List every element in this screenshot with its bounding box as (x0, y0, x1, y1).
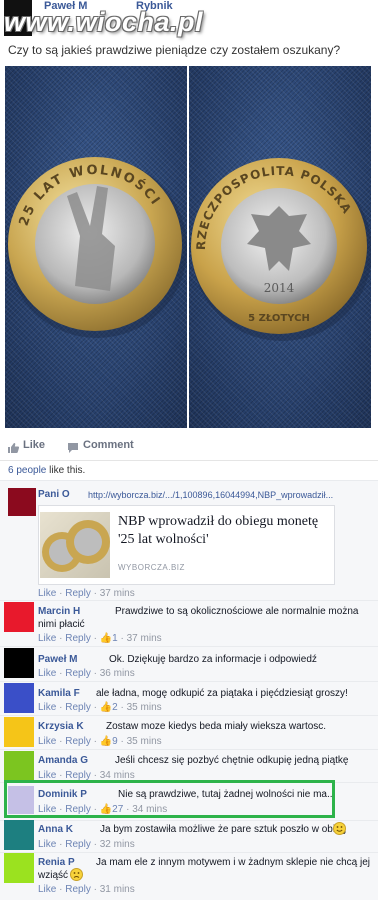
comment-meta: Like · Reply · 37 mins (38, 588, 135, 599)
commenter-avatar[interactable] (4, 853, 34, 883)
commenter-name[interactable]: Pani O (38, 489, 70, 500)
comment-divider (0, 715, 378, 716)
comment-divider (0, 820, 378, 821)
comment-likes-count[interactable]: 1 (112, 633, 118, 644)
coin-front-drawing: 25 LAT WOLNOŚCI (7, 157, 187, 338)
commenter-avatar[interactable] (4, 683, 34, 713)
thumbs-up-icon: 👍 (99, 633, 113, 644)
comment-divider (0, 600, 378, 601)
comment-time[interactable]: 37 mins (100, 588, 135, 599)
comment-like-link[interactable]: Like (38, 736, 56, 747)
comment-reply-link[interactable]: Reply (65, 884, 91, 895)
comment-time[interactable]: 37 mins (127, 633, 162, 644)
thumbs-up-icon: 👍 (99, 736, 113, 747)
comment-text: Jeśli chcesz się pozbyć chętnie odkupię … (115, 755, 349, 766)
comment-button[interactable]: Comment (83, 439, 134, 451)
speech-bubble-icon[interactable] (68, 440, 78, 458)
comment-time[interactable]: 35 mins (127, 736, 162, 747)
comment-divider (0, 646, 378, 647)
comment-text: Prawdziwe to są okolicznościowe ale norm… (115, 606, 359, 617)
comment-reply-link[interactable]: Reply (65, 668, 91, 679)
comment-reply-link[interactable]: Reply (65, 633, 91, 644)
comment-divider (0, 681, 378, 682)
comment-text-cont: wziąść (38, 870, 69, 881)
comment-like-link[interactable]: Like (38, 633, 56, 644)
coin-back-drawing: RZECZPOSPOLITA POLSKA 2014 5 ZŁOTYCH (191, 158, 371, 341)
comment-meta: Like · Reply · 31 mins (38, 884, 135, 895)
comment-text: ale ładna, mogę odkupić za piątaka i pię… (96, 688, 348, 699)
comment-likes-count[interactable]: 9 (112, 736, 118, 747)
commenter-avatar[interactable] (4, 602, 34, 632)
comment-like-link[interactable]: Like (38, 839, 56, 850)
comment-divider (0, 749, 378, 750)
comment-meta: Like · Reply · 👍2 · 35 mins (38, 702, 162, 713)
comment-likes-count[interactable]: 2 (112, 702, 118, 713)
coin-year: 2014 (264, 281, 295, 295)
commenter-name[interactable]: Paweł M (38, 654, 77, 665)
comment-time[interactable]: 31 mins (100, 884, 135, 895)
comment-divider (0, 852, 378, 853)
comment-text: Ja bym zostawiła możliwe że pare sztuk p… (100, 824, 347, 835)
comment-meta: Like · Reply · 👍1 · 37 mins (38, 633, 162, 644)
commenter-name[interactable]: Kamila F (38, 688, 80, 699)
commenter-avatar[interactable] (4, 820, 34, 850)
comment-reply-link[interactable]: Reply (65, 588, 91, 599)
commenter-avatar[interactable] (4, 751, 34, 781)
comment-text-cont: nimi płacić (38, 619, 85, 630)
comment-reply-link[interactable]: Reply (65, 702, 91, 713)
comment-time[interactable]: 32 mins (100, 839, 135, 850)
commenter-avatar[interactable] (4, 648, 34, 678)
comment-like-link[interactable]: Like (38, 884, 56, 895)
comment-meta: Like · Reply · 36 mins (38, 668, 135, 679)
thumbs-up-icon[interactable] (8, 440, 20, 458)
highlight-box (4, 780, 335, 818)
commenter-name[interactable]: Marcin H (38, 606, 80, 617)
post-text: Czy to są jakieś prawdziwe pieniądze czy… (8, 43, 341, 57)
comment-meta: Like · Reply · 32 mins (38, 839, 135, 850)
comment-link[interactable]: http://wyborcza.biz/.../1,100896,1604499… (88, 490, 333, 500)
action-bar (0, 430, 378, 461)
likes-count-link[interactable]: 6 people (8, 465, 46, 476)
commenter-avatar[interactable] (8, 488, 36, 516)
comment-divider (0, 480, 378, 481)
smiley-icon (333, 822, 346, 840)
link-preview-title[interactable]: NBP wprowadził do obiegu monetę '25 lat … (118, 513, 330, 549)
comment-meta: Like · Reply · 👍9 · 35 mins (38, 736, 162, 747)
photo-coin-front[interactable]: 25 LAT WOLNOŚCI (5, 66, 187, 428)
comment-like-link[interactable]: Like (38, 702, 56, 713)
comment-text: Ok. Dziękuję bardzo za informacje i odpo… (109, 654, 317, 665)
comment-like-link[interactable]: Like (38, 668, 56, 679)
comment-time[interactable]: 36 mins (100, 668, 135, 679)
commenter-name[interactable]: Amanda G (38, 755, 88, 766)
comment-reply-link[interactable]: Reply (65, 736, 91, 747)
link-preview-thumbnail[interactable] (40, 512, 110, 578)
link-preview-domain: WYBORCZA.BIZ (118, 563, 185, 572)
coin-value: 5 ZŁOTYCH (248, 313, 310, 324)
photo-coin-back[interactable]: RZECZPOSPOLITA POLSKA 2014 5 ZŁOTYCH (189, 66, 371, 428)
thumbs-up-icon: 👍 (99, 702, 113, 713)
comment-reply-link[interactable]: Reply (65, 839, 91, 850)
commenter-name[interactable]: Anna K (38, 824, 73, 835)
commenter-name[interactable]: Krzysia K (38, 721, 84, 732)
likes-summary: 6 people like this. (8, 465, 85, 476)
commenter-avatar[interactable] (4, 717, 34, 747)
like-button[interactable]: Like (23, 439, 45, 451)
comment-like-link[interactable]: Like (38, 588, 56, 599)
watermark: www.wiocha.pl (4, 7, 204, 37)
commenter-name[interactable]: Renia P (38, 857, 75, 868)
likes-suffix: like this. (46, 465, 86, 476)
comment-text: Ja mam ele z innym motywem i w żadnym sk… (96, 857, 370, 868)
comment-time[interactable]: 35 mins (127, 702, 162, 713)
comment-text: Zostaw moze kiedys beda miały wieksza wa… (106, 721, 327, 732)
